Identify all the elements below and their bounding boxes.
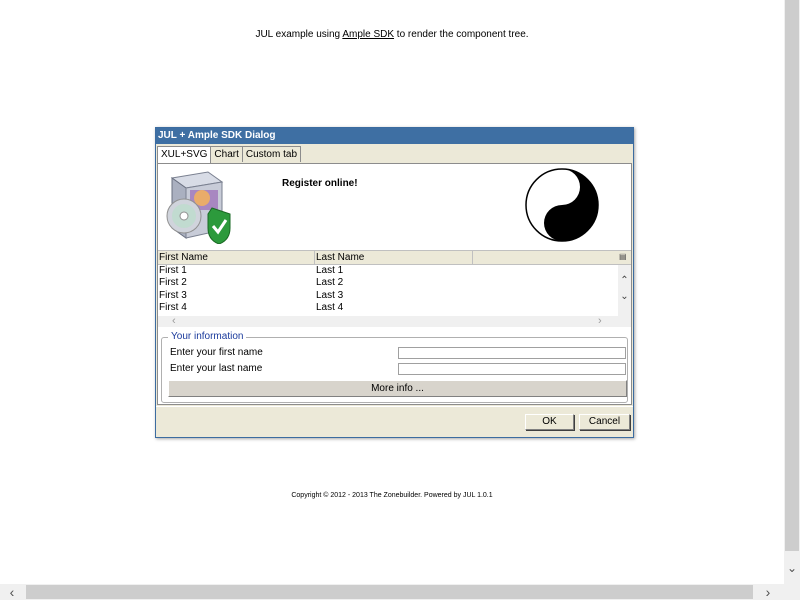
cell-first-name: First 3	[159, 289, 187, 301]
chevron-left-icon[interactable]: ‹	[172, 315, 176, 327]
list-horizontal-scrollbar[interactable]: ‹ ›	[158, 315, 618, 327]
tab-xul-svg[interactable]: XUL+SVG	[157, 146, 212, 163]
list-item[interactable]: First 1 Last 1	[158, 265, 618, 277]
cell-last-name: Last 3	[316, 289, 344, 301]
column-picker-icon[interactable]: ▤	[619, 252, 629, 262]
cell-last-name: Last 4	[316, 301, 344, 313]
ok-button[interactable]: OK	[525, 414, 574, 430]
list-body: First 1 Last 1 First 2 Last 2 First 3 La…	[158, 265, 618, 317]
tab-panel: Register online! First Name Last Name ▤ …	[157, 163, 632, 405]
horizontal-scroll-thumb[interactable]	[26, 585, 753, 599]
yin-yang-icon	[525, 168, 599, 242]
intro-before: JUL example using	[255, 29, 343, 40]
software-box-icon	[166, 171, 231, 244]
tab-strip: XUL+SVG Chart Custom tab	[157, 146, 302, 163]
register-heading: Register online!	[282, 178, 358, 189]
page-horizontal-scrollbar[interactable]: ‹ ›	[0, 584, 784, 600]
last-name-input[interactable]	[398, 363, 626, 375]
button-separator	[156, 406, 633, 407]
chevron-left-icon[interactable]: ‹	[4, 584, 20, 600]
dialog-title[interactable]: JUL + Ample SDK Dialog	[156, 128, 633, 144]
chevron-down-icon[interactable]: ⌄	[618, 291, 631, 302]
intro-text: JUL example using Ample SDK to render th…	[0, 29, 784, 40]
scrollbar-corner	[784, 584, 800, 600]
column-first-name[interactable]: First Name	[159, 251, 208, 264]
footer-copyright: Copyright © 2012 - 2013 The Zonebuilder.…	[291, 492, 493, 499]
ample-sdk-link[interactable]: Ample SDK	[342, 29, 394, 40]
vertical-scroll-thumb[interactable]	[785, 0, 799, 551]
list-item[interactable]: First 2 Last 2	[158, 277, 618, 289]
column-last-name[interactable]: Last Name	[316, 251, 364, 264]
list-item[interactable]: First 3 Last 3	[158, 290, 618, 302]
cell-first-name: First 4	[159, 301, 187, 313]
tab-chart[interactable]: Chart	[210, 146, 243, 162]
list-header: First Name Last Name ▤	[158, 250, 631, 265]
column-divider[interactable]	[314, 251, 315, 264]
cell-first-name: First 2	[159, 277, 187, 289]
dialog-window: JUL + Ample SDK Dialog XUL+SVG Chart Cus…	[155, 127, 634, 438]
cancel-button[interactable]: Cancel	[579, 414, 630, 430]
intro-after: to render the component tree.	[394, 29, 529, 40]
column-divider[interactable]	[472, 251, 473, 264]
more-info-button[interactable]: More info ...	[168, 380, 627, 397]
your-information-group: Your information Enter your first name E…	[161, 331, 628, 403]
cell-last-name: Last 2	[316, 277, 344, 289]
page-vertical-scrollbar[interactable]: ⌄	[784, 0, 800, 584]
tab-custom[interactable]: Custom tab	[241, 146, 302, 162]
chevron-down-icon[interactable]: ⌄	[784, 560, 800, 576]
list-vertical-scrollbar[interactable]: ⌃ ⌄	[618, 265, 631, 327]
list-item[interactable]: First 4 Last 4	[158, 302, 618, 314]
group-legend: Your information	[168, 331, 247, 342]
shield-check-icon	[207, 207, 231, 244]
last-name-label: Enter your last name	[170, 363, 263, 374]
first-name-label: Enter your first name	[170, 347, 263, 358]
cell-last-name: Last 1	[316, 265, 344, 276]
first-name-input[interactable]	[398, 347, 626, 359]
chevron-right-icon[interactable]: ›	[760, 584, 776, 600]
chevron-right-icon[interactable]: ›	[598, 315, 602, 327]
cell-first-name: First 1	[159, 265, 187, 276]
chevron-up-icon[interactable]: ⌃	[618, 275, 631, 286]
